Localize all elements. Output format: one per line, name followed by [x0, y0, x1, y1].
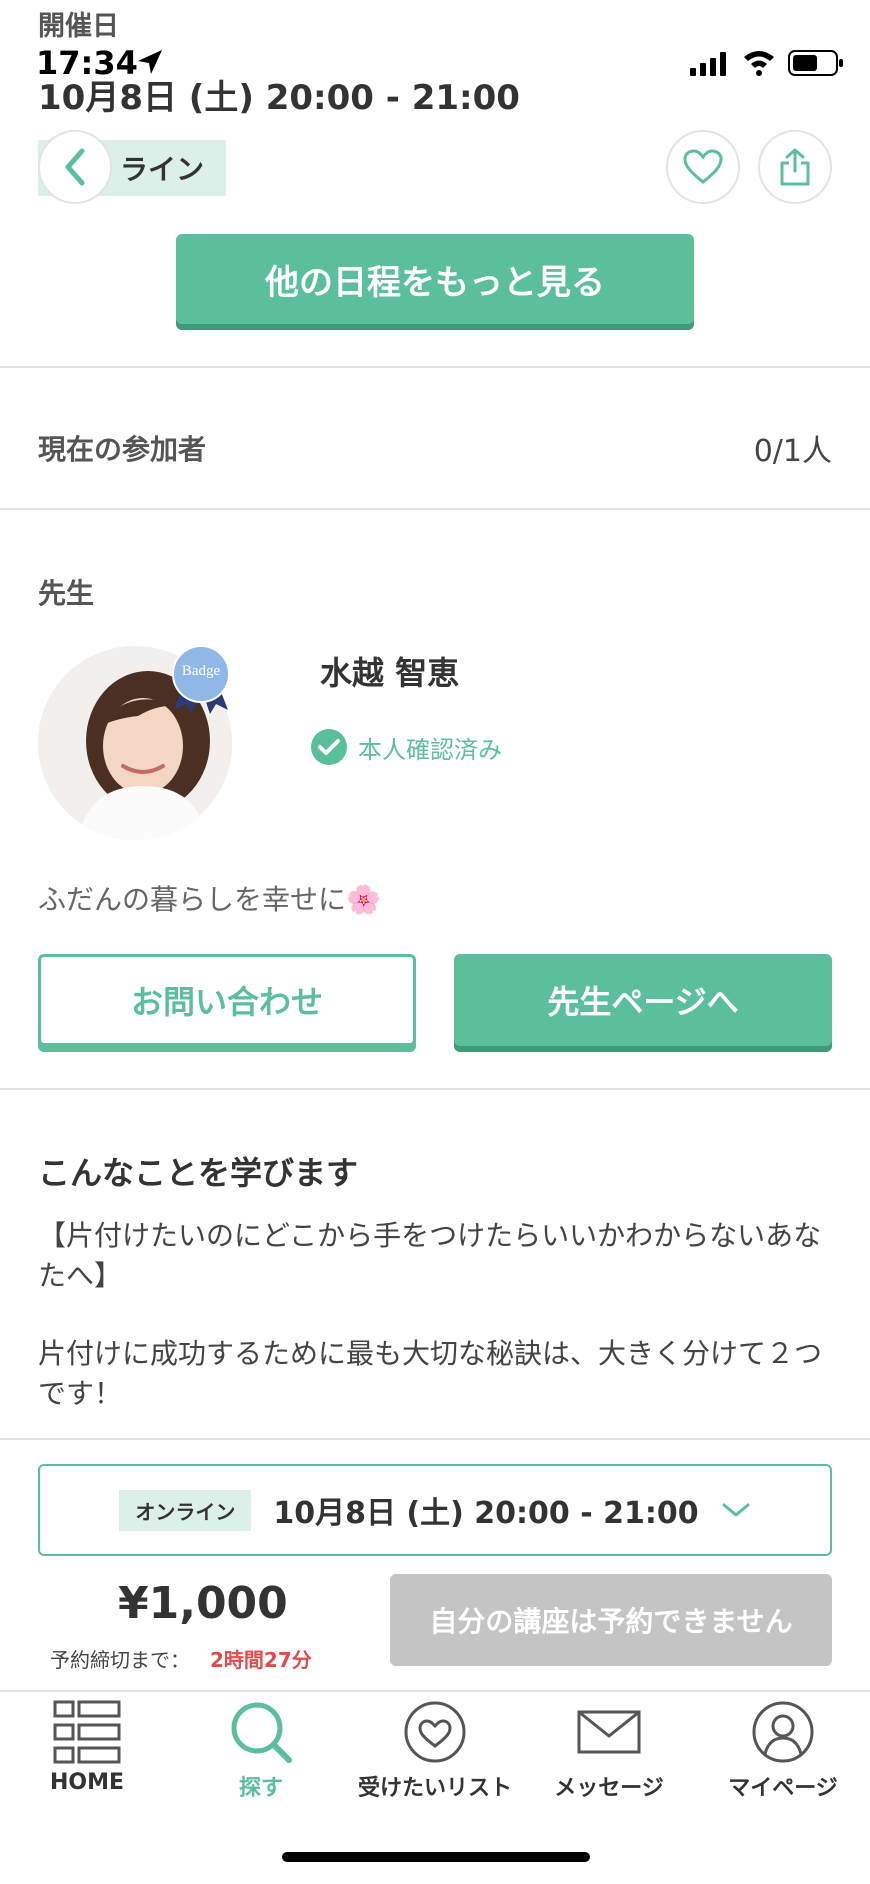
nav-search[interactable]: 探す — [174, 1700, 348, 1820]
participants-value: 0/1人 — [753, 434, 832, 469]
nav-mypage[interactable]: マイページ — [696, 1700, 870, 1820]
home-indicator — [282, 1852, 590, 1862]
nav-home-label: HOME — [49, 1770, 125, 1795]
learn-paragraph-1: 【片付けたいのにどこから手をつけたらいいかわからないあなたへ】 — [38, 1219, 822, 1292]
learn-heading: こんなことを学びます — [38, 1154, 359, 1192]
learn-paragraph-2: 片付けに成功するために最も大切な秘訣は、大きく分けて２つです！ — [38, 1337, 823, 1410]
deadline-label: 予約締切まで： — [50, 1648, 190, 1672]
teacher-badge: Badge — [170, 644, 232, 714]
battery-icon — [788, 50, 843, 76]
back-button[interactable] — [38, 130, 112, 204]
share-button[interactable] — [758, 130, 832, 204]
verified-label: 本人確認済み — [358, 735, 502, 764]
nav-home[interactable]: HOME — [0, 1700, 174, 1820]
verified-row: 本人確認済み — [310, 728, 502, 766]
nav-wishlist[interactable]: 受けたいリスト — [348, 1700, 522, 1820]
badge-text: Badge — [181, 663, 221, 679]
teacher-tagline: ふだんの暮らしを幸せに🌸 — [38, 883, 381, 916]
check-circle-icon — [311, 729, 347, 765]
participants-label: 現在の参加者 — [38, 433, 207, 466]
deadline-row: 予約締切まで： 2時間27分 — [50, 1644, 312, 1673]
divider — [0, 1088, 870, 1090]
home-grid-icon — [53, 1700, 121, 1764]
nav-mypage-label: マイページ — [728, 1776, 838, 1801]
chevron-down-icon — [722, 1503, 750, 1517]
nav-messages-label: メッセージ — [554, 1776, 664, 1801]
user-icon — [752, 1701, 814, 1763]
heart-icon — [683, 149, 723, 184]
deadline-value: 2時間27分 — [210, 1648, 312, 1672]
divider — [0, 366, 870, 368]
share-icon — [780, 148, 810, 186]
date-value: 10月8日 (土) 20:00 - 21:00 — [38, 78, 520, 118]
signal-icon — [690, 52, 726, 76]
date-label: 開催日 — [38, 11, 119, 42]
divider — [0, 508, 870, 510]
schedule-tag: オンライン — [119, 1489, 252, 1531]
teacher-page-button[interactable]: 先生ページへ — [454, 954, 832, 1046]
search-icon — [231, 1702, 292, 1763]
booking-panel: オンライン 10月8日 (土) 20:00 - 21:00 ¥1,000 予約締… — [0, 1438, 870, 1694]
nav-messages[interactable]: メッセージ — [522, 1700, 696, 1820]
chevron-left-icon — [65, 148, 85, 186]
nav-wishlist-label: 受けたいリスト — [357, 1776, 512, 1801]
heart-circle-icon — [404, 1701, 466, 1763]
reserve-button[interactable]: 自分の講座は予約できません — [390, 1574, 832, 1666]
mail-icon — [577, 1710, 641, 1754]
other-dates-button[interactable]: 他の日程をもっと見る — [176, 234, 694, 324]
contact-button[interactable]: お問い合わせ — [38, 954, 416, 1046]
favorite-button[interactable] — [666, 130, 740, 204]
wifi-icon — [744, 51, 774, 76]
teacher-section-label: 先生 — [38, 577, 95, 610]
ribbon-badge-icon — [172, 645, 230, 714]
schedule-select[interactable]: オンライン 10月8日 (土) 20:00 - 21:00 — [38, 1464, 832, 1556]
price: ¥1,000 — [118, 1578, 288, 1629]
teacher-name[interactable]: 水越 智恵 — [320, 648, 459, 694]
format-tag-label: ライン — [119, 153, 204, 186]
schedule-date: 10月8日 (土) 20:00 - 21:00 — [273, 1496, 699, 1531]
nav-search-label: 探す — [238, 1776, 283, 1801]
